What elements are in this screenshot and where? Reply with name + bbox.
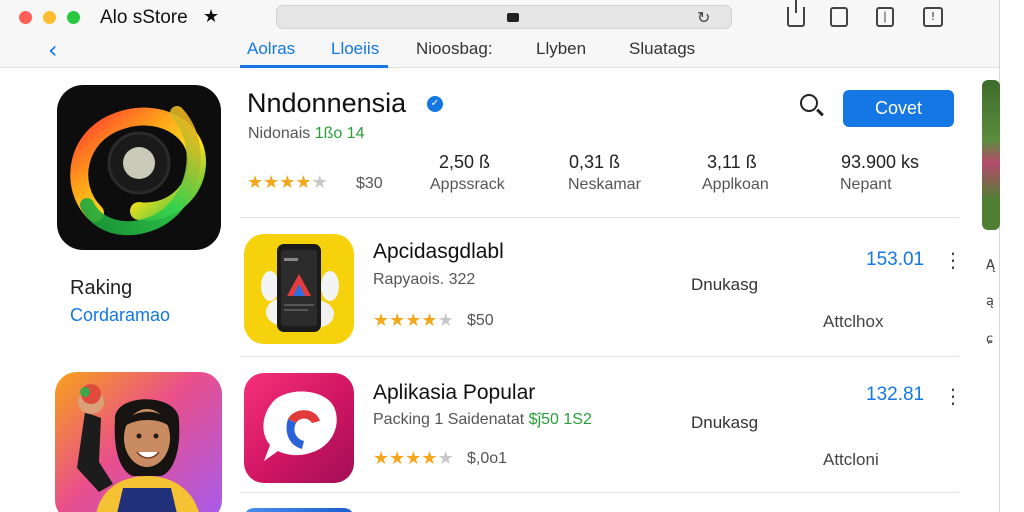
app-subtitle-number: 1ßo 14 [314, 125, 365, 142]
background-window-edge [1001, 0, 1024, 512]
list-item-title[interactable]: Aplikasia Popular [373, 381, 535, 405]
verified-badge-icon: ✓ [427, 96, 443, 112]
stat-label: Nepant [840, 176, 892, 193]
active-tab-indicator [240, 65, 388, 68]
list-item-subtitle-text: Packing 1 Saidenatat [373, 411, 529, 428]
tab-nioosbag[interactable]: Nioosbag: [416, 39, 493, 59]
tab-lloeiis[interactable]: Lloeiis [331, 39, 379, 59]
ranking-label: Raking [70, 277, 133, 299]
more-options-icon[interactable]: ⋮ [943, 248, 963, 272]
minimize-window-button[interactable] [43, 11, 56, 24]
list-item-app-icon[interactable] [244, 234, 354, 344]
list-item-title[interactable]: Apcidasgdlabl [373, 240, 504, 264]
featured-app-icon[interactable] [57, 85, 221, 250]
person-photo [77, 384, 199, 512]
star-filled-icon: ★ [389, 448, 406, 469]
list-item-action[interactable]: Attcloni [823, 450, 879, 470]
stat-label: Appssrack [430, 176, 505, 193]
star-filled-icon: ★ [279, 172, 296, 193]
stat-value: 0,31 ß [569, 152, 621, 172]
upload-icon[interactable] [830, 7, 848, 27]
featured-person-card[interactable] [55, 372, 222, 512]
chat-bubble-icon [263, 391, 337, 461]
get-button[interactable]: Covet [843, 90, 954, 127]
star-empty-icon: ★ [311, 172, 328, 193]
more-options-icon[interactable]: ⋮ [943, 384, 963, 408]
tab-aolras[interactable]: Aolras [247, 39, 295, 59]
stat-value: 2,50 ß [439, 152, 491, 172]
list-item-category: Dnukasg [691, 413, 759, 432]
reload-icon[interactable]: ↻ [697, 8, 710, 27]
swirl-logo-icon [70, 106, 206, 236]
background-image-strip [982, 80, 1000, 230]
list-item-app-icon[interactable] [244, 508, 354, 512]
app-subtitle-text: Nidonais [248, 125, 311, 142]
list-item-action[interactable]: Attclhox [823, 312, 883, 332]
stat-label: Neskamar [568, 176, 641, 193]
list-item-rating-stars: ★★★★★ [373, 448, 454, 469]
phone-mascot-icon [261, 244, 339, 332]
app-store-window: Alo sStore ★ ↻ ❘ ! ‹ Aolras Lloeiis Nioo… [0, 0, 1000, 512]
list-item-subtitle-number: $ĵ50 1S2 [528, 411, 592, 428]
category-tab-bar: ‹ Aolras Lloeiis Nioosbag: Llyben Sluata… [0, 36, 999, 68]
back-chevron-icon[interactable]: ‹ [48, 36, 58, 64]
header-rating-count: $30 [356, 175, 383, 192]
close-window-button[interactable] [19, 11, 32, 24]
stat-label: Applkoan [702, 176, 769, 193]
section-divider [240, 356, 959, 357]
sidebar-icon[interactable]: ❘ [876, 7, 894, 27]
header-rating-stars: ★★★★★ [247, 172, 328, 193]
list-item-subtitle: Packing 1 Saidenatat $ĵ50 1S2 [373, 411, 592, 429]
list-item-category: Dnukasg [691, 275, 759, 294]
stat-value: 3,11 ß [707, 152, 757, 172]
star-filled-icon: ★ [405, 310, 422, 331]
list-item-price[interactable]: 153.01 [866, 249, 924, 271]
window-title: Alo sStore [100, 7, 188, 28]
tab-llyben[interactable]: Llyben [536, 39, 586, 59]
title-bar: Alo sStore ★ ↻ ❘ ! [0, 0, 999, 36]
favorite-star-icon[interactable]: ★ [203, 6, 219, 27]
ranking-link[interactable]: Cordaramao [70, 305, 170, 326]
app-name: Nndonnensia [247, 88, 407, 118]
list-item-rating-stars: ★★★★★ [373, 310, 454, 331]
list-item-price[interactable]: 132.81 [866, 384, 924, 406]
share-icon[interactable] [787, 0, 805, 27]
star-filled-icon: ★ [373, 310, 390, 331]
list-item-subtitle: Rapyaois. 322 [373, 271, 475, 289]
list-item-rating-count: $50 [467, 312, 494, 329]
section-divider [240, 492, 959, 493]
list-item-app-icon[interactable] [244, 373, 354, 483]
list-item-rating-count: $,0o1 [467, 450, 508, 467]
star-filled-icon: ★ [405, 448, 422, 469]
background-text-glyph: ɕ [986, 332, 994, 347]
list-item-subtitle-text: Rapyaois. 322 [373, 271, 476, 288]
address-bar[interactable]: ↻ [276, 5, 732, 29]
star-filled-icon: ★ [421, 310, 438, 331]
star-empty-icon: ★ [437, 448, 454, 469]
star-empty-icon: ★ [437, 310, 454, 331]
search-icon[interactable] [800, 94, 818, 112]
star-filled-icon: ★ [373, 448, 390, 469]
star-filled-icon: ★ [247, 172, 264, 193]
background-text-glyph: ą [986, 294, 994, 309]
background-text-glyph: Ą [986, 258, 995, 273]
star-filled-icon: ★ [389, 310, 406, 331]
tab-sluatags[interactable]: Sluatags [629, 39, 695, 59]
lock-icon [507, 13, 519, 22]
section-divider [240, 217, 959, 218]
star-filled-icon: ★ [295, 172, 312, 193]
tabs-overview-icon[interactable]: ! [923, 7, 943, 27]
star-filled-icon: ★ [263, 172, 280, 193]
app-subtitle: Nidonais 1ßo 14 [248, 125, 365, 143]
star-filled-icon: ★ [421, 448, 438, 469]
stat-value: 93.900 ks [841, 152, 920, 172]
maximize-window-button[interactable] [67, 11, 80, 24]
